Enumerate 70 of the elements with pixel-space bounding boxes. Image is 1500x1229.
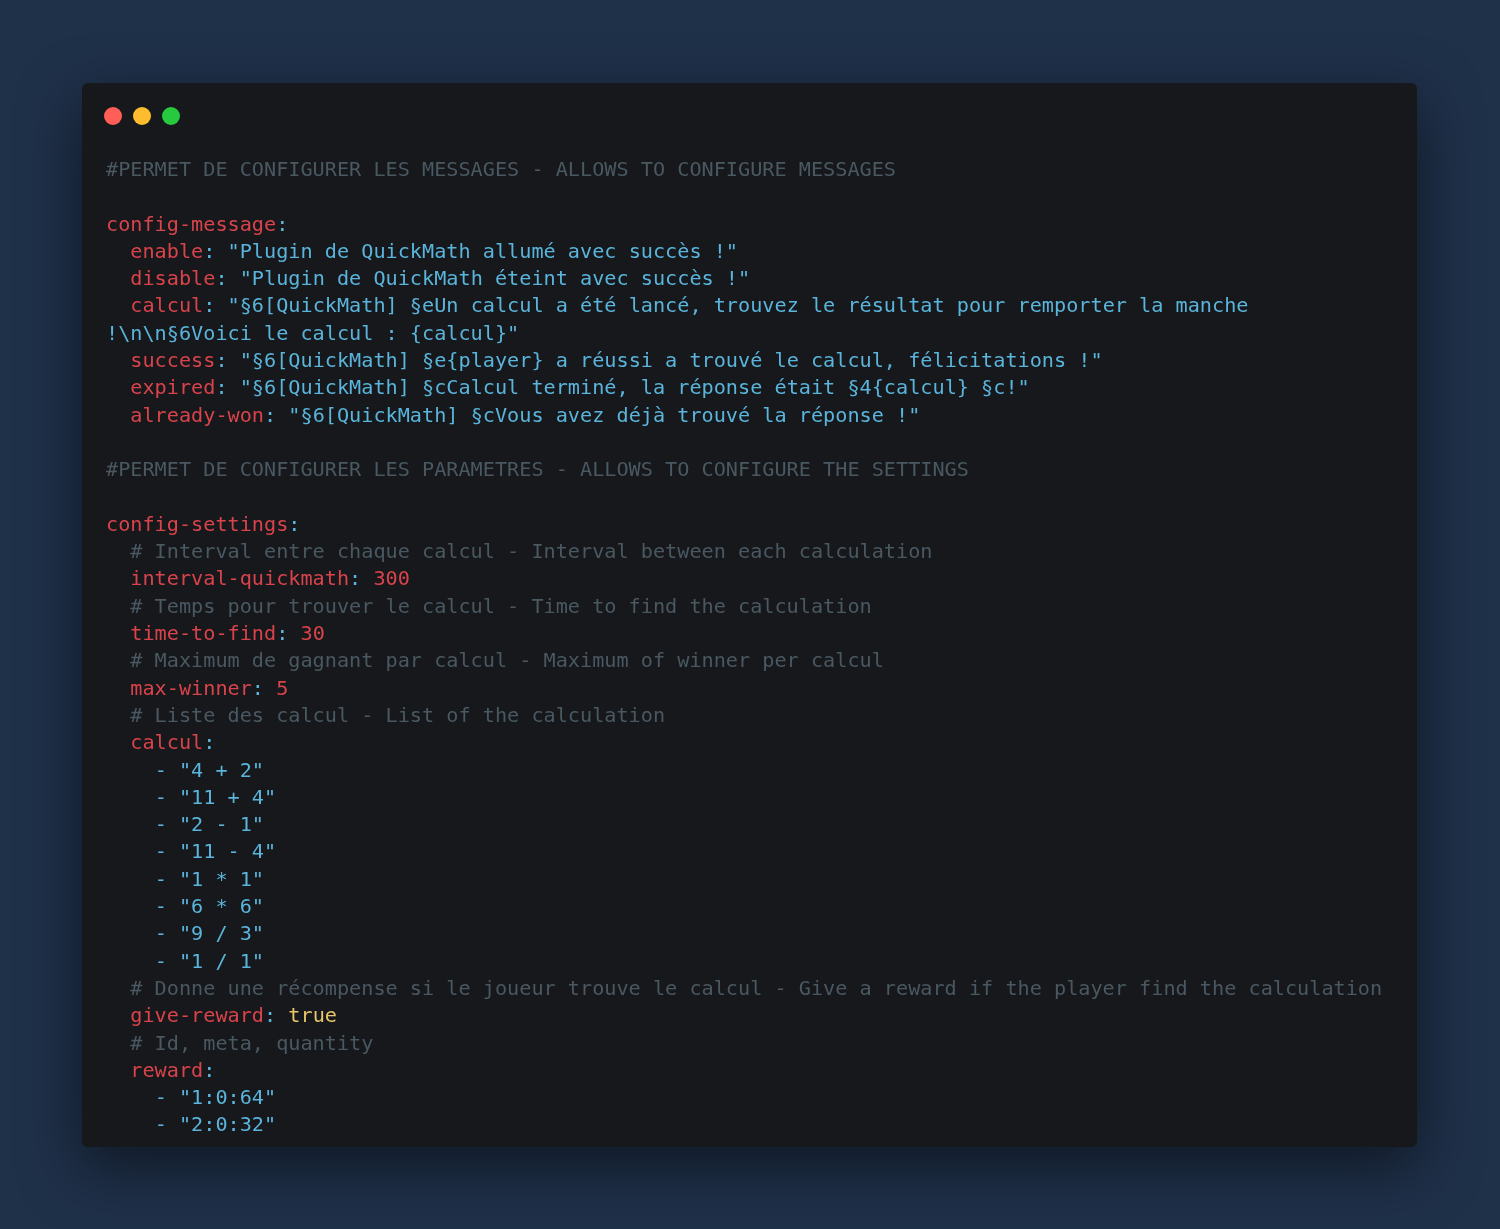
yaml-punctuation: - bbox=[153, 948, 168, 973]
window-control-dot[interactable] bbox=[104, 107, 122, 125]
window-control-dot[interactable] bbox=[162, 107, 180, 125]
yaml-punctuation: : bbox=[276, 211, 289, 236]
string-value: "4 + 2" bbox=[178, 757, 264, 782]
yaml-punctuation: - bbox=[153, 894, 168, 918]
code-comment: # Donne une récompense si le joueur trouve le calcul - Give a reward if the player find the calculation bbox=[129, 975, 1383, 1000]
yaml-punctuation: - bbox=[153, 757, 168, 782]
yaml-key: calcul bbox=[106, 730, 204, 755]
string-value: "2 - 1" bbox=[178, 812, 264, 837]
string-value: "1:0:64" bbox=[178, 1085, 277, 1110]
yaml-punctuation: - bbox=[153, 921, 168, 946]
yaml-key: expired bbox=[106, 375, 216, 400]
yaml-punctuation: - bbox=[153, 866, 168, 891]
code-comment: # Id, meta, quantity bbox=[129, 1030, 374, 1055]
code-comment: # Maximum de gagnant par calcul - Maximum of winner per calcul bbox=[129, 648, 884, 673]
string-value: "1 * 1" bbox=[178, 866, 264, 891]
yaml-punctuation: : bbox=[203, 293, 217, 318]
yaml-punctuation: : bbox=[203, 1057, 216, 1082]
yaml-punctuation: - bbox=[153, 784, 168, 809]
code-comment: # Temps pour trouver le calcul - Time to find the calculation bbox=[129, 593, 872, 618]
string-value: "9 / 3" bbox=[178, 921, 264, 946]
code-comment: #PERMET DE CONFIGURER LES PARAMETRES - ALLOWS TO CONFIGURE THE SETTINGS bbox=[106, 457, 969, 482]
yaml-punctuation: : bbox=[203, 238, 217, 263]
code-comment: #PERMET DE CONFIGURER LES MESSAGES - ALLOWS TO CONFIGURE MESSAGES bbox=[106, 157, 896, 181]
yaml-punctuation: : bbox=[349, 566, 363, 591]
yaml-key: max-winner bbox=[106, 675, 252, 700]
yaml-punctuation: : bbox=[264, 1003, 278, 1028]
yaml-key: disable bbox=[106, 266, 216, 291]
yaml-punctuation: : bbox=[203, 730, 216, 755]
yaml-key: config-message bbox=[106, 211, 277, 236]
window-control-dot[interactable] bbox=[133, 107, 151, 125]
yaml-punctuation: : bbox=[288, 511, 301, 536]
yaml-key: enable bbox=[106, 238, 204, 263]
string-value: !\n\n§6Voici le calcul : {calcul}" bbox=[106, 320, 520, 345]
yaml-punctuation: : bbox=[251, 675, 265, 700]
string-value: "§6[QuickMath] §cVous avez déjà trouvé la réponse !" bbox=[288, 402, 921, 427]
yaml-key: success bbox=[106, 348, 216, 373]
code-comment: # Interval entre chaque calcul - Interval between each calculation bbox=[129, 539, 933, 564]
yaml-key: calcul bbox=[106, 293, 204, 318]
yaml-punctuation: - bbox=[153, 812, 168, 837]
string-value: "11 + 4" bbox=[178, 784, 277, 809]
string-value: "§6[QuickMath] §eUn calcul a été lancé, trouvez le résultat pour remporter la manche bbox=[227, 293, 1249, 318]
yaml-key: time-to-find bbox=[106, 621, 277, 646]
number-value: 30 bbox=[300, 621, 325, 646]
number-value: 5 bbox=[276, 675, 289, 700]
yaml-punctuation: : bbox=[215, 266, 229, 291]
yaml-punctuation: - bbox=[153, 839, 168, 864]
yaml-key: give-reward bbox=[106, 1003, 264, 1028]
yaml-punctuation: : bbox=[264, 402, 278, 427]
string-value: "11 - 4" bbox=[178, 839, 277, 864]
yaml-punctuation: - bbox=[153, 1085, 168, 1110]
string-value: "Plugin de QuickMath allumé avec succès !" bbox=[227, 238, 739, 263]
number-value: 300 bbox=[373, 566, 410, 591]
string-value: "6 * 6" bbox=[178, 894, 264, 918]
string-value: "Plugin de QuickMath éteint avec succès !" bbox=[239, 266, 751, 291]
string-value: "2:0:32" bbox=[178, 1112, 277, 1137]
yaml-punctuation: : bbox=[215, 348, 229, 373]
string-value: "1 / 1" bbox=[178, 948, 264, 973]
yaml-punctuation: : bbox=[276, 621, 290, 646]
yaml-key: reward bbox=[106, 1057, 204, 1082]
yaml-punctuation: : bbox=[215, 375, 229, 400]
boolean-value: true bbox=[288, 1003, 337, 1028]
string-value: "§6[QuickMath] §e{player} a réussi a trouvé le calcul, félicitations !" bbox=[239, 348, 1103, 373]
code-comment: # Liste des calcul - List of the calculation bbox=[129, 702, 666, 727]
string-value: "§6[QuickMath] §cCalcul terminé, la réponse était §4{calcul} §c!" bbox=[239, 375, 1030, 400]
yaml-punctuation: - bbox=[153, 1112, 168, 1137]
yaml-key: already-won bbox=[106, 402, 264, 427]
yaml-key: interval-quickmath bbox=[106, 566, 350, 591]
yaml-key: config-settings bbox=[106, 511, 289, 536]
